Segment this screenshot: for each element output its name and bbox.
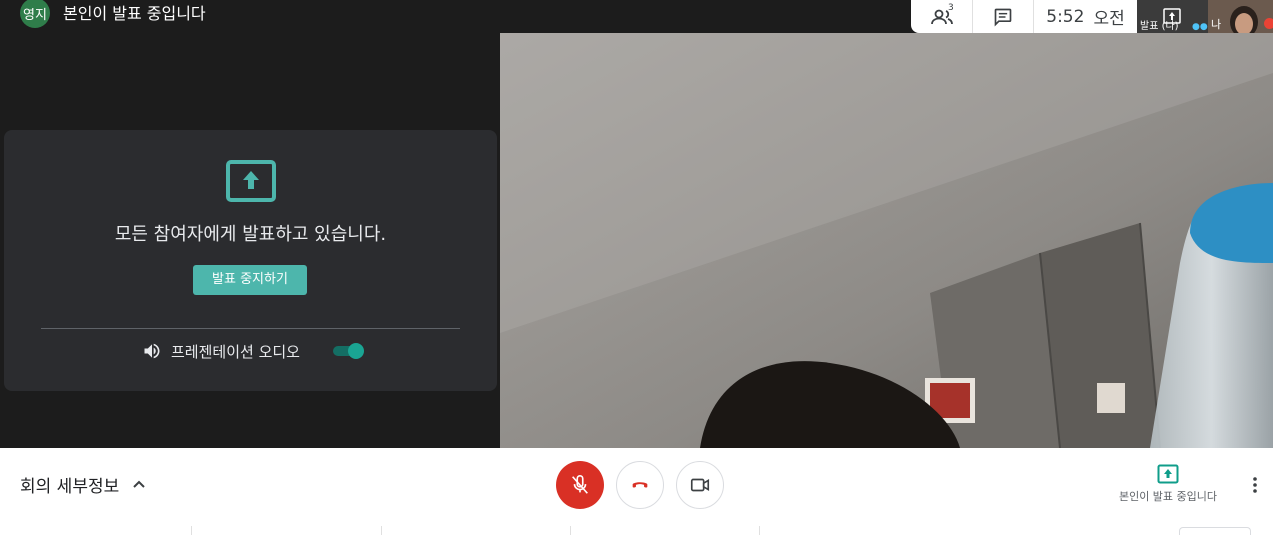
leave-call-button[interactable] (616, 461, 664, 509)
mic-off-icon (1264, 18, 1273, 29)
present-to-all-icon (1157, 464, 1179, 484)
speaker-icon (144, 343, 160, 359)
bottom-bar: 회의 세부정보 본인이 발표 중입니다 (0, 448, 1273, 535)
self-thumbnail-label: 나 (1211, 18, 1222, 31)
chat-button[interactable] (972, 0, 1033, 33)
toggle-knob (347, 343, 364, 359)
meeting-details-button[interactable]: 회의 세부정보 (20, 472, 147, 497)
clock-ampm: 오전 (1093, 9, 1125, 29)
lower-panel-button-edge (1179, 527, 1251, 535)
presenting-status-button[interactable]: 본인이 발표 중입니다 (1110, 464, 1226, 504)
microphone-toggle-button[interactable] (556, 461, 604, 509)
meeting-info-panel: 3 5:52 오전 (911, 0, 1137, 33)
camera-toggle-button[interactable] (676, 461, 724, 509)
presenter-label: 영지 본인이 발표 중입니다 (20, 0, 206, 30)
clock-time: 5:52 (1046, 6, 1085, 27)
avatar: 영지 (20, 0, 50, 28)
meeting-details-label: 회의 세부정보 (20, 477, 120, 497)
stop-presenting-button[interactable]: 발표 중지하기 (193, 265, 307, 295)
more-vert-icon (1253, 477, 1257, 493)
presentation-thumbnail[interactable]: 발표 (나) ●●● (1137, 0, 1208, 33)
chat-icon (994, 8, 1012, 27)
self-video (500, 33, 1273, 448)
participants-button[interactable]: 3 (911, 0, 972, 33)
divider (41, 328, 460, 329)
call-end-icon (632, 482, 648, 488)
participant-count: 3 (948, 3, 954, 13)
speaking-indicator-icon: ●●● (1192, 22, 1208, 32)
videocam-icon (690, 478, 710, 492)
video-frame (500, 33, 1273, 448)
presentation-audio-toggle[interactable] (332, 343, 365, 359)
presentation-audio-label: 프레젠테이션 오디오 (171, 342, 300, 361)
mic-off-icon (572, 475, 588, 494)
share-card: 모든 참여자에게 발표하고 있습니다. 발표 중지하기 프레젠테이션 오디오 (4, 130, 497, 391)
chevron-up-icon (133, 480, 145, 488)
share-message: 모든 참여자에게 발표하고 있습니다. (114, 224, 387, 245)
more-options-button[interactable] (1244, 472, 1266, 498)
self-thumbnail[interactable]: 나 (1208, 0, 1273, 33)
present-to-all-icon (226, 160, 276, 202)
clock: 5:52 오전 (1033, 0, 1137, 33)
presentation-audio-row: 프레젠테이션 오디오 (142, 340, 365, 362)
presenter-status-text: 본인이 발표 중입니다 (63, 4, 206, 23)
presenting-status-label: 본인이 발표 중입니다 (1118, 490, 1218, 503)
meeting-stage: 영지 본인이 발표 중입니다 모든 참여자에게 발표하고 있습니다. 발표 중지… (0, 0, 1273, 448)
presentation-thumbnail-label: 발표 (나) (1140, 21, 1179, 32)
